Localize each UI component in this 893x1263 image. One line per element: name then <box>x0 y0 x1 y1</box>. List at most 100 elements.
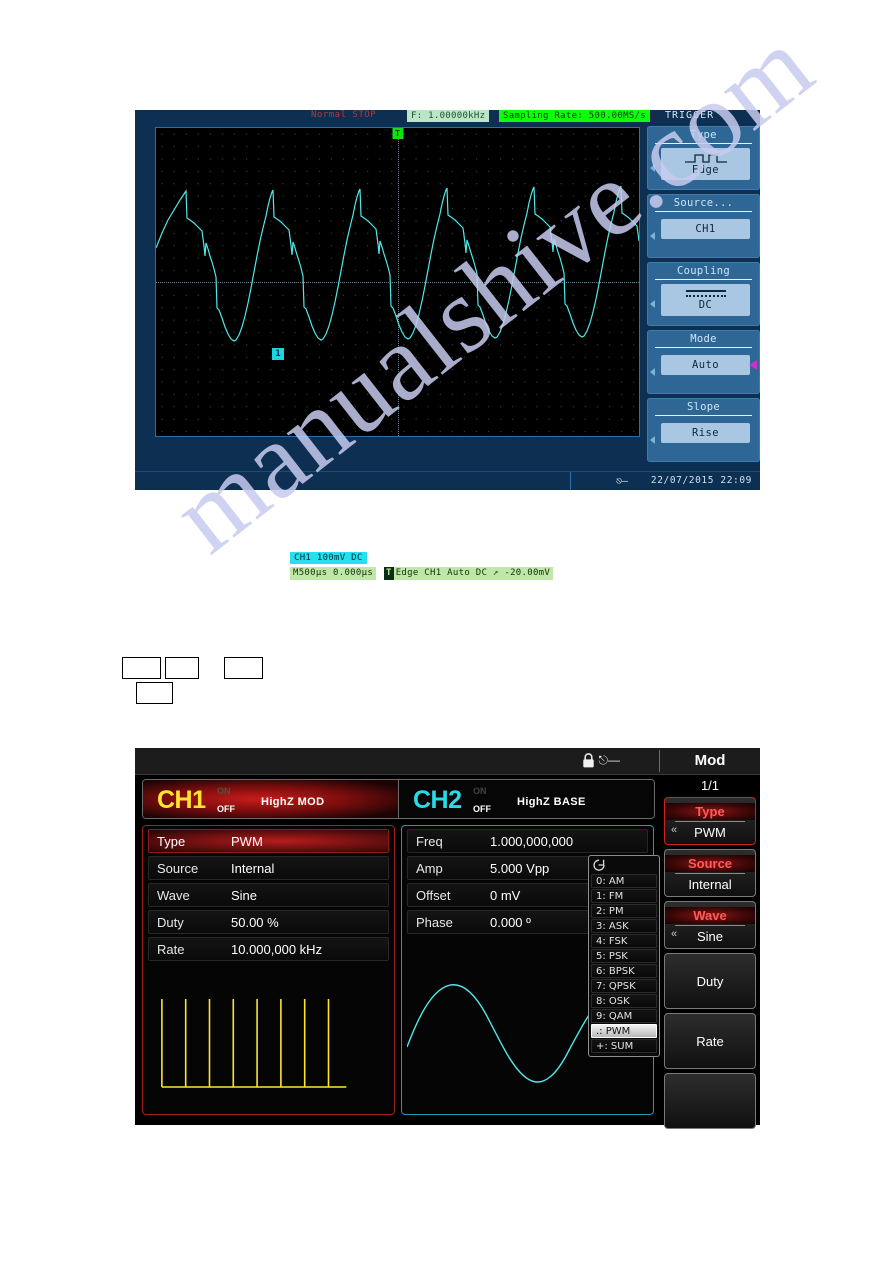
generator-body: CH1 ON OFF HighZ MOD CH2 ON OFF HighZ BA… <box>135 775 760 1129</box>
param-value: PWM <box>231 833 263 849</box>
channel-1-on-label: ON <box>217 786 231 796</box>
placeholder-box <box>122 657 161 679</box>
dropdown-item[interactable]: 5: PSK <box>591 949 657 963</box>
modulation-type-dropdown[interactable]: 0: AM 1: FM 2: PM 3: ASK 4: FSK 5: PSK 6… <box>588 855 660 1057</box>
dropdown-item-selected[interactable]: .: PWM <box>591 1024 657 1038</box>
divider <box>674 872 746 874</box>
dropdown-item[interactable]: 0: AM <box>591 874 657 888</box>
channel-banner: CH1 ON OFF HighZ MOD CH2 ON OFF HighZ BA… <box>142 779 655 819</box>
trigger-slope-title: Slope <box>686 401 721 413</box>
channel-2-mode: HighZ BASE <box>517 796 586 808</box>
dropdown-item[interactable]: 2: PM <box>591 904 657 918</box>
scope-bottom-bar: ⎋— 22/07/2015 22:09 <box>135 471 760 490</box>
oscilloscope-screenshot: Normal STOP F: 1.00000kHz Sampling Rate:… <box>135 110 760 580</box>
softkey-label: Type <box>665 802 755 820</box>
dropdown-item[interactable]: 7: QPSK <box>591 979 657 993</box>
softkey-value-text: Sine <box>696 928 724 944</box>
param-value: Internal <box>231 860 275 876</box>
param-key: Amp <box>416 860 443 876</box>
softkey-duty[interactable]: Duty <box>664 953 756 1009</box>
softkey-type[interactable]: Type « PWM <box>664 797 756 845</box>
trigger-mode-title: Mode <box>690 333 717 345</box>
placeholder-box <box>136 682 173 704</box>
prev-arrow-icon[interactable]: « <box>671 824 677 836</box>
softkey-empty[interactable] <box>664 1073 756 1129</box>
waveform-trace <box>156 185 639 342</box>
dropdown-header <box>591 858 657 873</box>
trigger-slope-button[interactable]: Slope Rise <box>647 398 760 462</box>
channel-1-parameter-pane: Type PWM Source Internal Wave Sine Duty … <box>142 825 395 1115</box>
dc-coupling-icon <box>685 289 726 299</box>
softkey-rate[interactable]: Rate <box>664 1013 756 1069</box>
divider <box>674 924 746 926</box>
trigger-menu: Type Edge Source... CH1 Coupling DC Mode… <box>647 126 760 466</box>
param-row-source[interactable]: Source Internal <box>148 856 389 880</box>
channel-1-name: CH1 <box>157 786 206 814</box>
channel-2-name: CH2 <box>413 786 462 814</box>
param-row-type[interactable]: Type PWM <box>148 829 389 853</box>
param-key: Offset <box>416 887 451 903</box>
channel-2-banner[interactable]: CH2 ON OFF HighZ BASE <box>399 780 654 818</box>
param-key: Freq <box>416 833 443 849</box>
param-value: 10.000,000 kHz <box>231 941 323 957</box>
usb-icon: ⎋— <box>598 753 621 767</box>
channel-scale-label: CH1 100mV DC <box>290 552 367 564</box>
divider <box>674 820 746 822</box>
dropdown-item[interactable]: 3: ASK <box>591 919 657 933</box>
dropdown-item[interactable]: 6: BPSK <box>591 964 657 978</box>
param-row-rate[interactable]: Rate 10.000,000 kHz <box>148 937 389 961</box>
param-value: 50.00 % <box>231 914 279 930</box>
channel-1-banner[interactable]: CH1 ON OFF HighZ MOD <box>143 780 398 818</box>
channel-1-off-label: OFF <box>217 804 235 814</box>
softkey-value: « Sine <box>665 927 755 944</box>
channel-2-on-label: ON <box>473 786 487 796</box>
trigger-type-value-box: Edge <box>661 148 750 180</box>
param-value: Sine <box>231 887 258 903</box>
softkey-label: Wave <box>665 906 755 924</box>
function-generator-screenshot: ⎋— Mod CH1 ON OFF HighZ MOD CH2 ON OFF H… <box>135 748 760 1129</box>
trigger-source-button[interactable]: Source... CH1 <box>647 194 760 258</box>
softkey-label <box>665 1100 755 1102</box>
divider <box>655 415 752 416</box>
trigger-type-button[interactable]: Type Edge <box>647 126 760 190</box>
trigger-coupling-button[interactable]: Coupling DC <box>647 262 760 326</box>
param-row-freq[interactable]: Freq 1.000,000,000 <box>407 829 648 853</box>
dropdown-item[interactable]: +: SUM <box>591 1039 657 1053</box>
dropdown-item[interactable]: 8: OSK <box>591 994 657 1008</box>
dropdown-item[interactable]: 1: FM <box>591 889 657 903</box>
placeholder-box <box>165 657 199 679</box>
waveform-grid: T <box>155 127 640 437</box>
edge-pulse-icon <box>683 152 729 164</box>
trigger-coupling-value-box: DC <box>661 284 750 316</box>
softkey-wave[interactable]: Wave « Sine <box>664 901 756 949</box>
divider <box>655 347 752 348</box>
page-indicator: 1/1 <box>700 778 720 793</box>
channel-1-position-marker: 1 <box>272 348 284 360</box>
param-key: Wave <box>157 887 190 903</box>
param-value: 0.000 º <box>490 914 531 930</box>
dropdown-item[interactable]: 4: FSK <box>591 934 657 948</box>
softkey-value-text: PWM <box>694 824 726 840</box>
param-row-wave[interactable]: Wave Sine <box>148 883 389 907</box>
channel-2-off-label: OFF <box>473 804 491 814</box>
trigger-coupling-value: DC <box>698 298 713 311</box>
dropdown-item[interactable]: 9: QAM <box>591 1009 657 1023</box>
generator-mode-title: Mod <box>694 752 726 769</box>
acquisition-status: Normal STOP <box>311 110 377 120</box>
trigger-level-marker <box>749 360 757 370</box>
param-value: 5.000 Vpp <box>490 860 550 876</box>
scope-datetime: 22/07/2015 22:09 <box>650 475 752 486</box>
placeholder-box <box>224 657 263 679</box>
channel-1-state: ON OFF <box>217 785 235 815</box>
trigger-coupling-title: Coupling <box>677 265 730 277</box>
param-key: Phase <box>416 914 453 930</box>
softkey-label: Duty <box>696 973 724 989</box>
softkey-value-text: Internal <box>688 876 732 892</box>
param-row-duty[interactable]: Duty 50.00 % <box>148 910 389 934</box>
trigger-panel-title: TRIGGER <box>665 110 715 121</box>
channel-1-mode: HighZ MOD <box>261 796 325 808</box>
softkey-source[interactable]: Source Internal <box>664 849 756 897</box>
trigger-mode-button[interactable]: Mode Auto <box>647 330 760 394</box>
param-value: 0 mV <box>490 887 521 903</box>
prev-arrow-icon[interactable]: « <box>671 928 677 940</box>
